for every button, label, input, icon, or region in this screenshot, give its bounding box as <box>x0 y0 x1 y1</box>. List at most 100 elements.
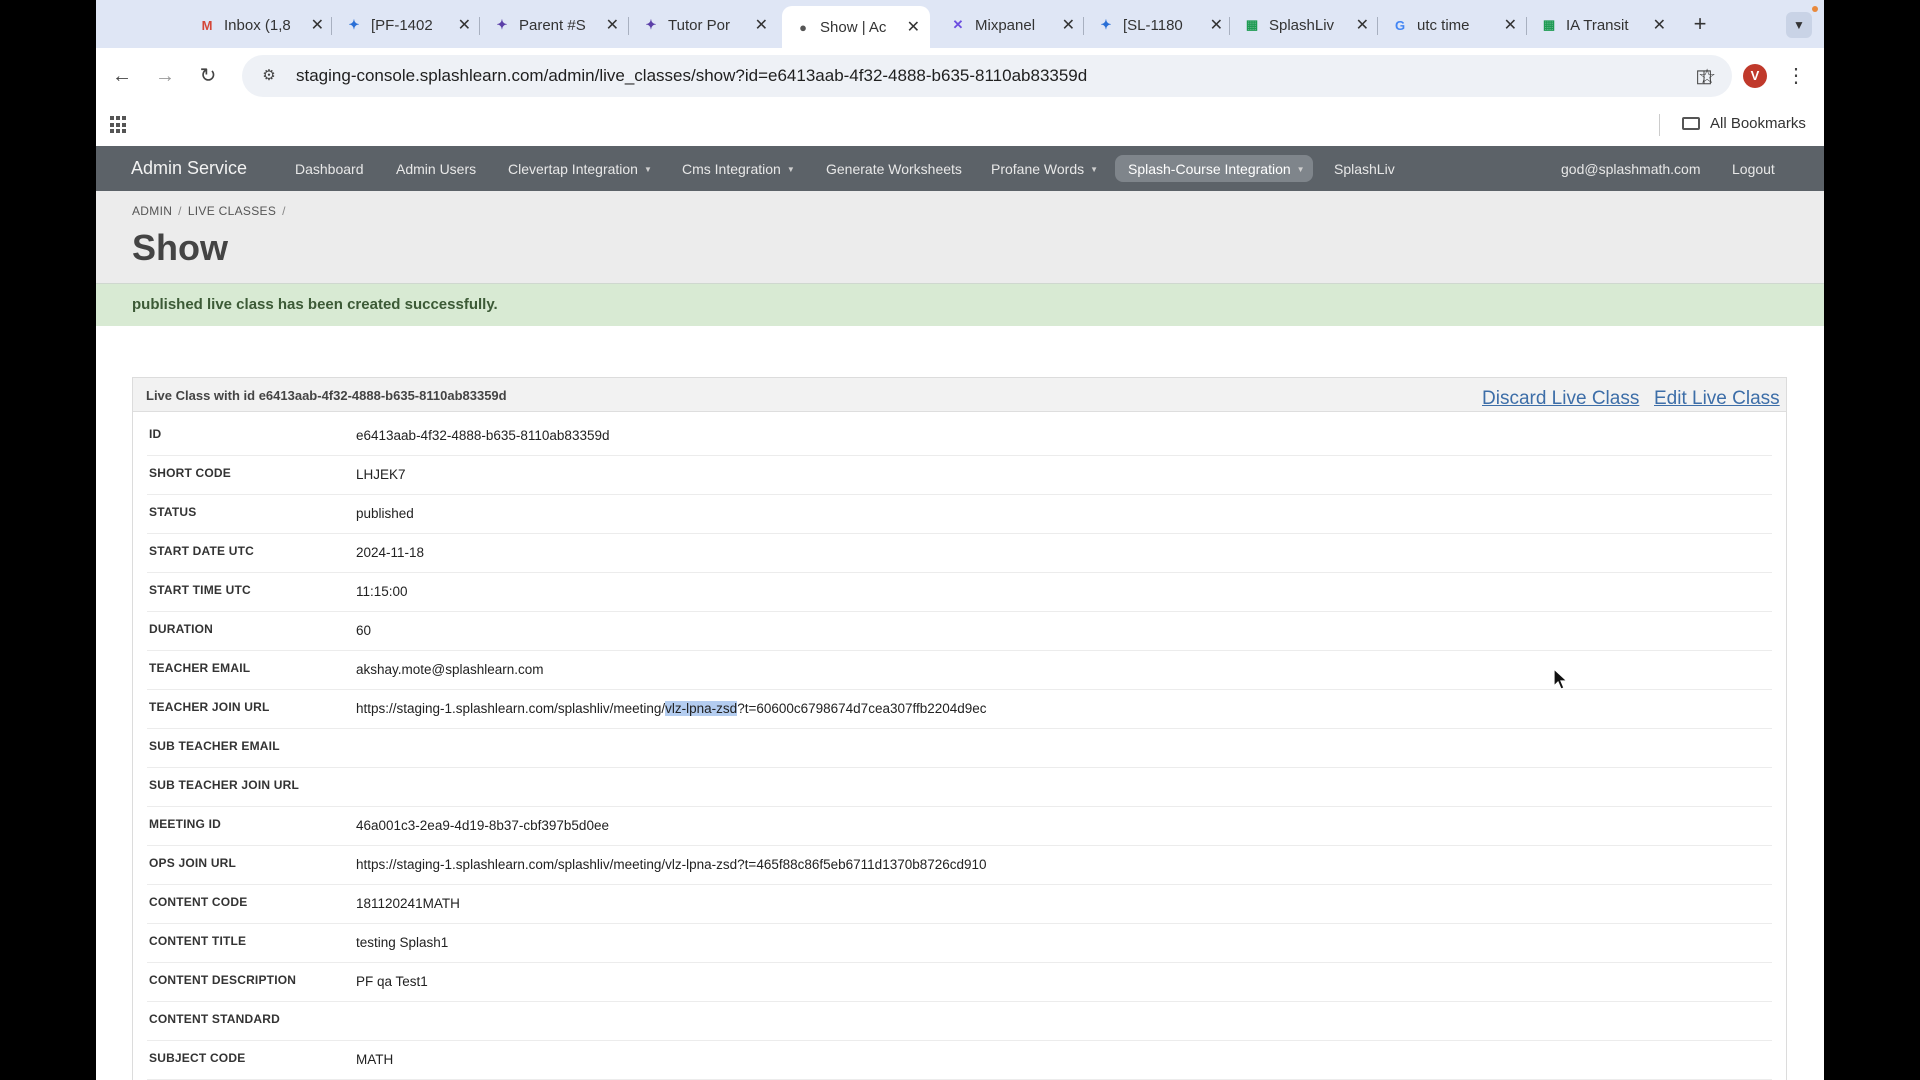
nav-item-label: Profane Words <box>991 161 1085 177</box>
detail-key: MEETING ID <box>149 817 222 831</box>
nav-item-generate-worksheets[interactable]: Generate Worksheets <box>826 161 962 177</box>
tab-label: Show | Ac <box>820 18 887 36</box>
nav-item-splash-course-integration[interactable]: Splash-Course Integration ▼ <box>1128 161 1305 177</box>
detail-value: 11:15:00 <box>356 584 408 599</box>
detail-key: OPS JOIN URL <box>149 856 237 870</box>
address-bar[interactable]: ⚙ staging-console.splashlearn.com/admin/… <box>242 55 1732 97</box>
live-class-panel: Live Class with id e6413aab-4f32-4888-b6… <box>132 377 1787 1080</box>
tab-close-icon[interactable]: ✕ <box>311 15 324 35</box>
app-icon: ✦ <box>645 17 657 32</box>
browser-tab[interactable]: ✦ Tutor Por ✕ <box>630 6 778 44</box>
tab-close-icon[interactable]: ✕ <box>1504 15 1517 35</box>
detail-row: CONTENT TITLE testing Splash1 <box>147 924 1772 963</box>
detail-row: START TIME UTC 11:15:00 <box>147 573 1772 612</box>
gmail-icon: M <box>201 17 213 33</box>
sheets-icon: ▦ <box>1542 17 1556 32</box>
detail-value: 46a001c3-2ea9-4d19-8b37-cbf397b5d0ee <box>356 818 609 833</box>
dropdown-caret-icon: ▼ <box>786 165 795 174</box>
detail-value: 181120241MATH <box>356 896 460 911</box>
panel-title: Live Class with id e6413aab-4f32-4888-b6… <box>146 388 507 403</box>
nav-item-dashboard[interactable]: Dashboard <box>295 161 364 177</box>
back-button[interactable]: ← <box>108 62 136 90</box>
site-settings-icon[interactable]: ⚙ <box>258 65 280 87</box>
nav-item-label: Cms Integration <box>682 161 781 177</box>
new-tab-button[interactable]: + <box>1686 10 1714 38</box>
detail-value: e6413aab-4f32-4888-b635-8110ab83359d <box>356 428 610 443</box>
tab-label: [SL-1180 <box>1123 16 1183 34</box>
breadcrumb-live-classes[interactable]: LIVE CLASSES <box>188 204 276 218</box>
sheets-icon: ▦ <box>1245 17 1259 32</box>
edit-live-class-link[interactable]: Edit Live Class <box>1654 388 1780 410</box>
tab-close-icon[interactable]: ✕ <box>1653 15 1666 35</box>
dropdown-caret-icon: ▼ <box>643 165 652 174</box>
dropdown-caret-icon: ▼ <box>1090 165 1099 174</box>
url-text[interactable]: staging-console.splashlearn.com/admin/li… <box>296 66 1087 86</box>
detail-value: published <box>356 506 414 521</box>
browser-tab[interactable]: ▦ SplashLiv ✕ <box>1231 6 1379 44</box>
browser-tab[interactable]: ● Show | Ac ✕ <box>782 6 930 48</box>
nav-user-email[interactable]: god@splashmath.com <box>1561 161 1701 177</box>
logout-link[interactable]: Logout <box>1732 161 1775 177</box>
detail-row: TEACHER EMAIL akshay.mote@splashlearn.com <box>147 651 1772 690</box>
tab-close-icon[interactable]: ✕ <box>458 15 471 35</box>
detail-key: DURATION <box>149 622 214 636</box>
forward-button[interactable]: → <box>151 62 179 90</box>
tab-close-icon[interactable]: ✕ <box>907 17 920 37</box>
detail-key: ID <box>149 427 162 441</box>
discard-live-class-link[interactable]: Discard Live Class <box>1482 388 1639 410</box>
tab-separator <box>1526 17 1527 35</box>
detail-row: STATUS published <box>147 495 1772 534</box>
nav-item-label: Dashboard <box>295 161 364 177</box>
detail-value: 60 <box>356 623 372 638</box>
bookmarks-bar: All Bookmarks <box>96 104 1824 147</box>
detail-row: SUBJECT CODE MATH <box>147 1041 1772 1080</box>
all-bookmarks-button[interactable]: All Bookmarks <box>1682 115 1806 132</box>
detail-row: ID e6413aab-4f32-4888-b635-8110ab83359d <box>147 417 1772 456</box>
tab-search-button[interactable]: ▼ <box>1786 12 1812 38</box>
mixpanel-icon: ✕ <box>952 17 964 32</box>
detail-key: SUB TEACHER EMAIL <box>149 739 280 753</box>
breadcrumb-admin[interactable]: ADMIN <box>132 204 172 218</box>
browser-tab[interactable]: M Inbox (1,8 ✕ <box>186 6 334 44</box>
detail-key: CONTENT STANDARD <box>149 1012 280 1026</box>
tab-separator <box>628 17 629 35</box>
tab-close-icon[interactable]: ✕ <box>755 15 768 35</box>
nav-item-splashliv[interactable]: SplashLiv <box>1334 161 1395 177</box>
tab-close-icon[interactable]: ✕ <box>1062 15 1075 35</box>
detail-row: SHORT CODE LHJEK7 <box>147 456 1772 495</box>
flash-text: published live class has been created su… <box>132 296 498 313</box>
detail-row: START DATE UTC 2024-11-18 <box>147 534 1772 573</box>
reload-button[interactable]: ↻ <box>194 62 222 90</box>
url-host: staging-console.splashlearn.com <box>296 66 544 85</box>
browser-tab[interactable]: ▦ IA Transit ✕ <box>1528 6 1676 44</box>
tab-separator <box>1083 17 1084 35</box>
nav-item-clevertap-integration[interactable]: Clevertap Integration ▼ <box>508 161 652 177</box>
detail-row: SUB TEACHER JOIN URL <box>147 768 1772 807</box>
apps-grid-icon[interactable] <box>110 116 128 134</box>
tab-close-icon[interactable]: ✕ <box>1356 15 1369 35</box>
extensions-icon[interactable]: ◫ <box>1690 62 1718 90</box>
tab-label: [PF-1402 <box>371 16 433 34</box>
browser-tab[interactable]: ✕ Mixpanel ✕ <box>937 6 1085 44</box>
browser-tab[interactable]: ✦ [PF-1402 ✕ <box>333 6 481 44</box>
detail-row: CONTENT STANDARD <box>147 1002 1772 1041</box>
tab-label: Tutor Por <box>668 16 730 34</box>
folder-icon <box>1682 117 1700 130</box>
browser-tab[interactable]: Gutc time ✕ <box>1379 6 1527 44</box>
app-brand[interactable]: Admin Service <box>131 158 247 179</box>
tab-close-icon[interactable]: ✕ <box>1210 15 1223 35</box>
detail-value: https://staging-1.splashlearn.com/splash… <box>356 701 987 716</box>
nav-item-label: SplashLiv <box>1334 161 1395 177</box>
nav-item-admin-users[interactable]: Admin Users <box>396 161 476 177</box>
browser-toolbar: ← → ↻ ⚙ staging-console.splashlearn.com/… <box>96 48 1824 104</box>
tab-close-icon[interactable]: ✕ <box>606 15 619 35</box>
app-navbar: Admin Service god@splashmath.com Logout … <box>96 146 1824 191</box>
detail-key: CONTENT CODE <box>149 895 248 909</box>
browser-tab[interactable]: ✦ Parent #S ✕ <box>481 6 629 44</box>
nav-item-profane-words[interactable]: Profane Words ▼ <box>991 161 1098 177</box>
profile-avatar[interactable]: V <box>1743 64 1767 88</box>
browser-tab[interactable]: ✦ [SL-1180 ✕ <box>1085 6 1233 44</box>
nav-item-cms-integration[interactable]: Cms Integration ▼ <box>682 161 795 177</box>
browser-menu-icon[interactable]: ⋮ <box>1786 62 1806 90</box>
nav-item-label: Splash-Course Integration <box>1128 161 1291 177</box>
